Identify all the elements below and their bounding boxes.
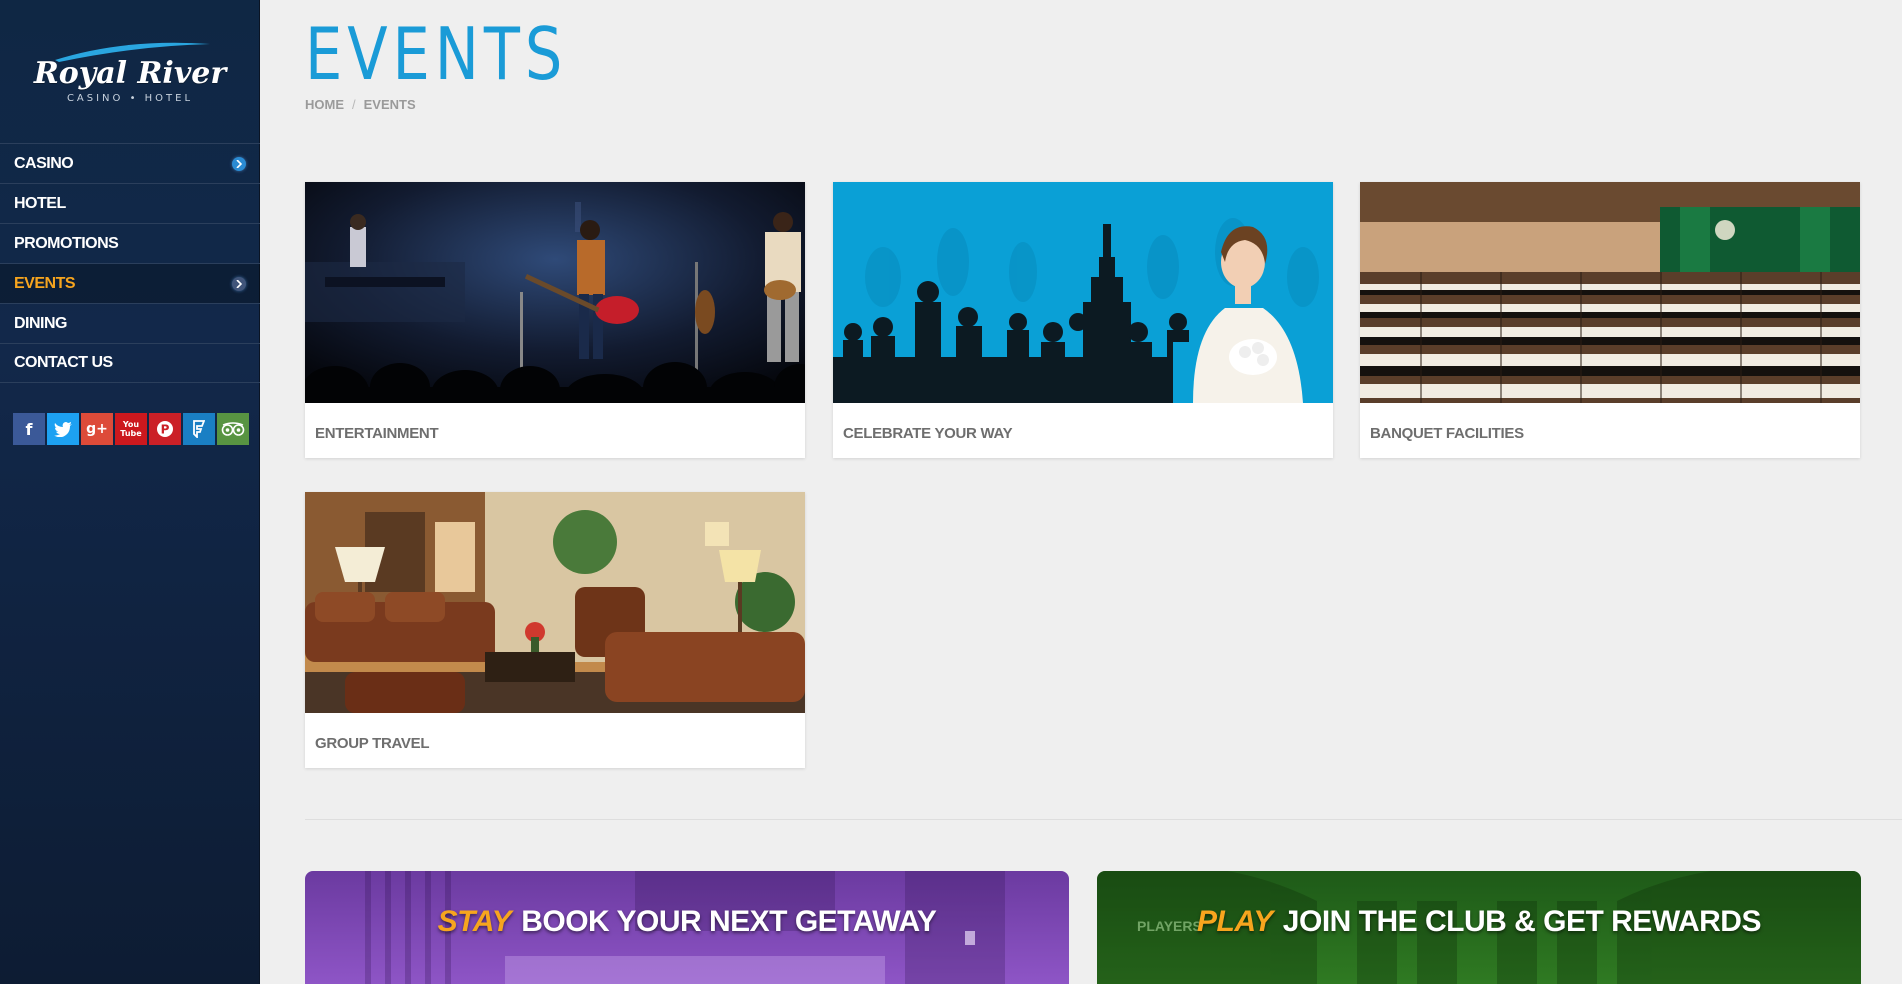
nav-item-promotions[interactable]: PROMOTIONS	[0, 223, 260, 263]
chevron-right-icon	[232, 277, 246, 291]
group-travel-image	[305, 492, 805, 713]
section-divider	[305, 819, 1902, 820]
entertainment-image	[305, 182, 805, 403]
banquet-image	[1360, 182, 1860, 403]
breadcrumb-current: EVENTS	[363, 97, 416, 112]
nav-item-casino[interactable]: CASINO	[0, 143, 260, 183]
promo-stay-banner[interactable]: STAY BOOK YOUR NEXT GETAWAY	[305, 871, 1069, 984]
chevron-right-icon	[232, 157, 246, 171]
card-label: GROUP TRAVEL	[315, 735, 430, 752]
nav-item-label: EVENTS	[14, 274, 76, 292]
brand-subtitle: CASINO • HOTEL	[66, 92, 194, 104]
sidebar: Royal River CASINO • HOTEL CASINO HOTEL …	[0, 0, 260, 984]
foursquare-icon[interactable]	[183, 413, 215, 445]
nav-item-label: DINING	[14, 314, 68, 332]
promo-text: STAY BOOK YOUR NEXT GETAWAY	[305, 905, 1069, 939]
card-celebrate-your-way[interactable]: CELEBRATE YOUR WAY	[833, 182, 1333, 458]
brand-logo[interactable]: Royal River CASINO • HOTEL	[0, 0, 260, 143]
google-plus-icon[interactable]: g+	[81, 413, 113, 445]
nav-item-events[interactable]: EVENTS	[0, 263, 260, 303]
promo-accent: PLAY	[1197, 905, 1273, 938]
pinterest-icon[interactable]: P	[149, 413, 181, 445]
card-banquet-facilities[interactable]: BANQUET FACILITIES	[1360, 182, 1860, 458]
svg-text:P: P	[161, 423, 170, 437]
brand-name: Royal River	[33, 55, 227, 91]
nav-item-label: PROMOTIONS	[14, 234, 119, 252]
card-label: CELEBRATE YOUR WAY	[843, 425, 1013, 442]
page-title: EVENTS	[305, 12, 568, 96]
promo-play-banner[interactable]: PLAYERS PLAY JOIN THE CLUB & GET REWARDS	[1097, 871, 1861, 984]
facebook-icon[interactable]: f	[13, 413, 45, 445]
main-content: EVENTS HOME / EVENTS ENTERTAINMENT CELEB…	[261, 0, 1902, 984]
promo-headline: BOOK YOUR NEXT GETAWAY	[521, 905, 937, 938]
tripadvisor-icon[interactable]	[217, 413, 249, 445]
nav-item-label: CONTACT US	[14, 354, 113, 371]
main-nav: CASINO HOTEL PROMOTIONS EVENTS DINING CO…	[0, 143, 260, 383]
celebrate-image	[833, 182, 1333, 403]
nav-item-contact-us[interactable]: CONTACT US	[0, 343, 260, 383]
breadcrumb: HOME / EVENTS	[305, 97, 416, 112]
nav-item-label: HOTEL	[14, 194, 66, 212]
nav-item-dining[interactable]: DINING	[0, 303, 260, 343]
nav-item-label: CASINO	[14, 154, 74, 172]
promo-headline: JOIN THE CLUB & GET REWARDS	[1282, 905, 1762, 938]
breadcrumb-separator: /	[352, 97, 356, 112]
breadcrumb-home-link[interactable]: HOME	[305, 97, 344, 112]
card-label: ENTERTAINMENT	[315, 425, 439, 442]
nav-item-hotel[interactable]: HOTEL	[0, 183, 260, 223]
promo-accent: STAY	[437, 905, 512, 938]
card-group-travel[interactable]: GROUP TRAVEL	[305, 492, 805, 768]
promo-text: PLAY JOIN THE CLUB & GET REWARDS	[1097, 905, 1861, 939]
twitter-icon[interactable]	[47, 413, 79, 445]
youtube-icon[interactable]: You Tube	[115, 413, 147, 445]
card-label: BANQUET FACILITIES	[1370, 425, 1524, 442]
social-links: f g+ You Tube P	[13, 413, 249, 445]
card-entertainment[interactable]: ENTERTAINMENT	[305, 182, 805, 458]
